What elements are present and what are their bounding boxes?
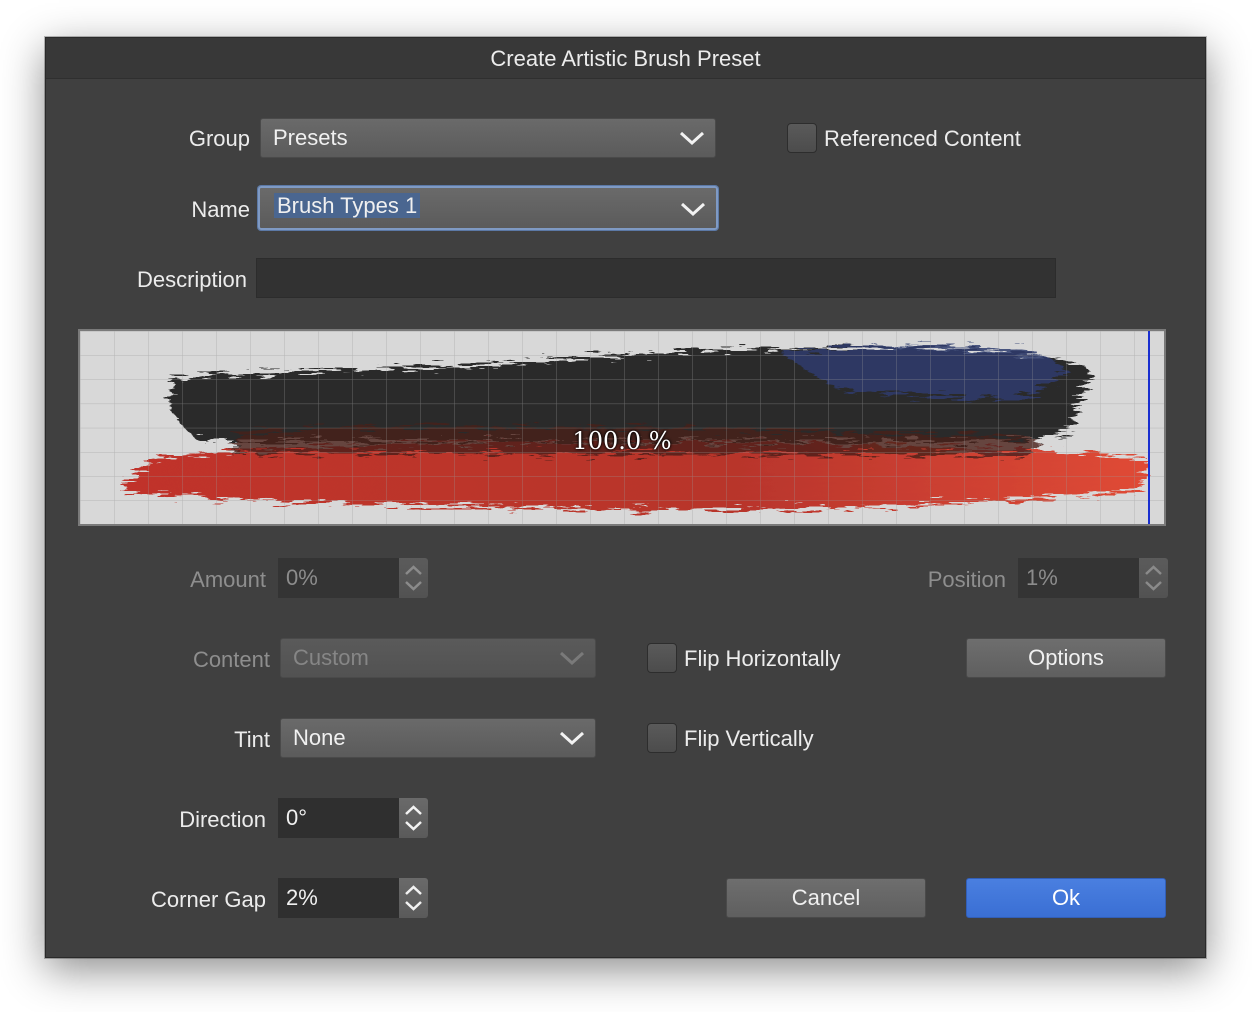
name-label: Name bbox=[191, 197, 250, 222]
position-spinner[interactable]: 1% bbox=[1018, 558, 1168, 598]
cancel-button[interactable]: Cancel bbox=[726, 878, 926, 918]
content-dropdown[interactable]: Custom bbox=[280, 638, 596, 678]
flip-horizontally-label: Flip Horizontally bbox=[684, 646, 841, 671]
direction-stepper[interactable] bbox=[399, 798, 428, 838]
corner-gap-stepper[interactable] bbox=[399, 878, 428, 918]
tint-dropdown[interactable]: None bbox=[280, 718, 596, 758]
preview-zoom-label: 100.0 % bbox=[572, 427, 672, 455]
chevron-down-icon bbox=[679, 131, 705, 146]
chevron-down-icon bbox=[559, 651, 585, 666]
direction-label: Direction bbox=[179, 807, 266, 832]
chevron-down-icon bbox=[559, 731, 585, 746]
referenced-content-checkbox[interactable] bbox=[787, 123, 817, 153]
description-input[interactable] bbox=[256, 258, 1056, 298]
corner-gap-spinner[interactable]: 2% bbox=[278, 878, 428, 918]
group-dropdown[interactable]: Presets bbox=[260, 118, 716, 158]
tint-label: Tint bbox=[234, 727, 270, 752]
up-down-arrows-icon bbox=[405, 885, 422, 911]
flip-horizontally-checkbox[interactable] bbox=[647, 643, 677, 673]
ok-button[interactable]: Ok bbox=[966, 878, 1166, 918]
content-value: Custom bbox=[293, 645, 369, 670]
direction-input[interactable]: 0° bbox=[278, 798, 399, 838]
corner-gap-input[interactable]: 2% bbox=[278, 878, 399, 918]
position-label: Position bbox=[927, 567, 1006, 592]
dialog-title: Create Artistic Brush Preset bbox=[46, 38, 1205, 79]
flip-vertically-checkbox[interactable] bbox=[647, 723, 677, 753]
corner-gap-label: Corner Gap bbox=[151, 887, 266, 912]
create-artistic-brush-preset-dialog: Create Artistic Brush Preset Group Prese… bbox=[45, 37, 1206, 958]
options-button[interactable]: Options bbox=[966, 638, 1166, 678]
description-label: Description bbox=[136, 267, 247, 292]
direction-spinner[interactable]: 0° bbox=[278, 798, 428, 838]
amount-input[interactable]: 0% bbox=[278, 558, 399, 598]
flip-vertically-label: Flip Vertically bbox=[684, 726, 814, 751]
position-stepper[interactable] bbox=[1139, 558, 1168, 598]
name-value[interactable]: Brush Types 1 bbox=[274, 193, 421, 218]
amount-label: Amount bbox=[190, 567, 266, 592]
group-value: Presets bbox=[273, 125, 348, 150]
amount-stepper[interactable] bbox=[399, 558, 428, 598]
chevron-down-icon[interactable] bbox=[680, 198, 706, 220]
position-input[interactable]: 1% bbox=[1018, 558, 1139, 598]
group-label: Group bbox=[188, 126, 250, 151]
name-combobox[interactable]: Brush Types 1 bbox=[258, 186, 718, 230]
content-label: Content bbox=[192, 647, 270, 672]
amount-spinner[interactable]: 0% bbox=[278, 558, 428, 598]
brush-preview[interactable]: 100.0 % bbox=[78, 329, 1166, 526]
tint-value: None bbox=[293, 725, 346, 750]
up-down-arrows-icon bbox=[405, 805, 422, 831]
up-down-arrows-icon bbox=[1145, 565, 1162, 591]
referenced-content-label: Referenced Content bbox=[824, 126, 1021, 151]
up-down-arrows-icon bbox=[405, 565, 422, 591]
